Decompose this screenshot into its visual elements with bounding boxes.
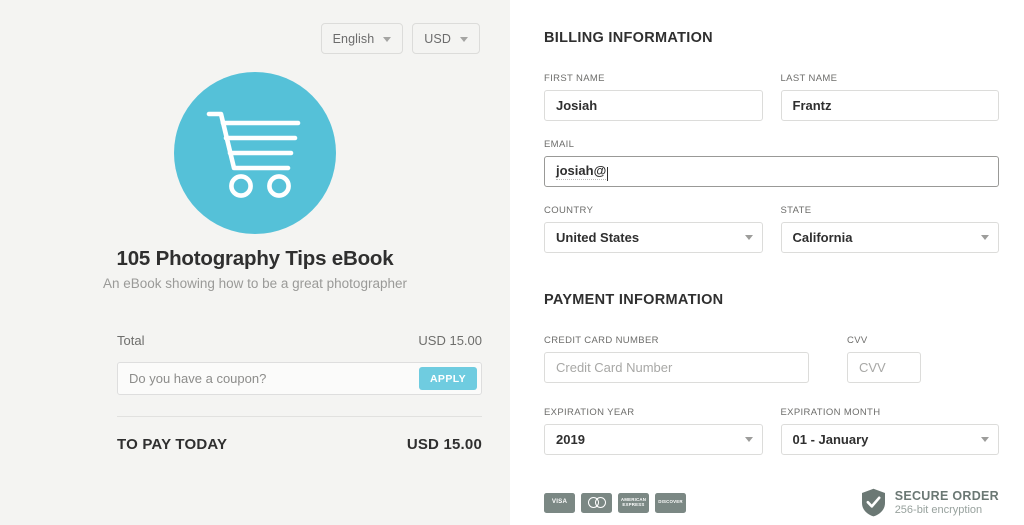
country-group: COUNTRY United States (544, 205, 763, 253)
total-label: Total (117, 333, 145, 348)
email-value: josiah@ (556, 163, 607, 180)
expiration-year-label: EXPIRATION YEAR (544, 407, 635, 418)
first-name-field[interactable]: Josiah (544, 90, 763, 121)
text-cursor (607, 166, 609, 181)
language-selector[interactable]: English (320, 23, 404, 54)
secure-order-text: SECURE ORDER 256-bit encryption (895, 489, 999, 516)
expiration-month-group: EXPIRATION MONTH 01 - January (780, 407, 999, 455)
secure-order-badge: SECURE ORDER 256-bit encryption (861, 488, 999, 517)
expiration-month-value: 01 - January (792, 432, 869, 447)
expiration-row: EXPIRATION YEAR 2019 EXPIRATION MONTH 01… (544, 407, 999, 455)
apply-coupon-button[interactable]: APPLY (418, 367, 477, 390)
expiration-month-label: EXPIRATION MONTH (780, 407, 881, 418)
state-select[interactable]: California (780, 222, 999, 253)
pay-today-row: TO PAY TODAY USD 15.00 (117, 436, 482, 453)
total-amount: USD 15.00 (418, 333, 482, 348)
discover-card-logo: DISCOVER (655, 492, 686, 513)
shield-check-icon (861, 488, 885, 517)
locale-selectors: English USD (320, 23, 480, 54)
product-title: 105 Photography Tips eBook (116, 247, 394, 270)
coupon-input[interactable] (129, 363, 419, 394)
card-number-field[interactable]: Credit Card Number (544, 352, 809, 383)
chevron-down-icon (981, 437, 989, 442)
email-group: EMAIL josiah@ (544, 139, 999, 187)
first-name-group: FIRST NAME Josiah (544, 73, 763, 121)
expiration-year-value: 2019 (556, 432, 585, 447)
billing-section-title: BILLING INFORMATION (544, 30, 713, 46)
checkout-form-panel: BILLING INFORMATION FIRST NAME Josiah LA… (510, 0, 1024, 525)
form-inner: BILLING INFORMATION FIRST NAME Josiah LA… (510, 30, 1024, 455)
checkout-footer: VISA AMERICAN EXPRESS DISCOVER SECURE OR… (544, 488, 999, 517)
mastercard-circles-icon (587, 497, 606, 508)
product-icon-circle (174, 72, 336, 234)
summary-section: Total USD 15.00 APPLY TO PAY TODAY USD 1… (117, 333, 482, 453)
card-row: CREDIT CARD NUMBER Credit Card Number CV… (544, 335, 999, 383)
last-name-value: Frantz (792, 98, 832, 113)
expiration-year-select[interactable]: 2019 (544, 424, 763, 455)
accepted-cards: VISA AMERICAN EXPRESS DISCOVER (544, 492, 686, 513)
product-description: An eBook showing how to be a great photo… (103, 276, 407, 291)
last-name-group: LAST NAME Frantz (780, 73, 999, 121)
cvv-label: CVV (847, 335, 868, 346)
cvv-group: CVV CVV (847, 335, 921, 383)
total-row: Total USD 15.00 (117, 333, 482, 362)
coupon-field[interactable]: APPLY (117, 362, 482, 395)
first-name-value: Josiah (556, 98, 598, 113)
currency-selector-label: USD (424, 31, 451, 46)
discover-card-label: DISCOVER (658, 499, 683, 505)
card-number-group: CREDIT CARD NUMBER Credit Card Number (544, 335, 809, 383)
payment-section-title: PAYMENT INFORMATION (544, 292, 724, 308)
country-select[interactable]: United States (544, 222, 763, 253)
mastercard-card-logo (581, 492, 612, 513)
visa-card-label: VISA (551, 498, 568, 506)
cvv-field[interactable]: CVV (847, 352, 921, 383)
amex-card-logo: AMERICAN EXPRESS (618, 492, 649, 513)
pay-today-label: TO PAY TODAY (117, 436, 228, 453)
card-number-placeholder: Credit Card Number (556, 360, 673, 375)
state-label: STATE (780, 205, 812, 216)
first-name-label: FIRST NAME (544, 73, 605, 84)
email-field[interactable]: josiah@ (544, 156, 999, 187)
country-label: COUNTRY (544, 205, 594, 216)
expiration-month-select[interactable]: 01 - January (780, 424, 999, 455)
currency-selector[interactable]: USD (412, 23, 480, 54)
shopping-cart-icon (206, 111, 301, 198)
cvv-placeholder: CVV (859, 360, 886, 375)
last-name-label: LAST NAME (780, 73, 838, 84)
order-summary-panel: English USD 105 Photography Tips eBook A… (0, 0, 510, 525)
secure-order-title: SECURE ORDER (894, 489, 999, 503)
state-value: California (792, 230, 853, 245)
language-selector-label: English (332, 31, 375, 46)
last-name-field[interactable]: Frantz (780, 90, 999, 121)
chevron-down-icon (460, 37, 468, 42)
pay-today-amount: USD 15.00 (406, 436, 482, 453)
product-icon-container (0, 72, 510, 234)
chevron-down-icon (744, 437, 753, 442)
chevron-down-icon (981, 235, 989, 240)
country-value: United States (556, 230, 640, 245)
chevron-down-icon (383, 37, 392, 42)
amex-card-label: AMERICAN EXPRESS (620, 496, 647, 507)
expiration-year-group: EXPIRATION YEAR 2019 (544, 407, 763, 455)
name-row: FIRST NAME Josiah LAST NAME Frantz (544, 73, 999, 121)
state-group: STATE California (780, 205, 999, 253)
secure-order-subtitle: 256-bit encryption (894, 504, 983, 516)
visa-card-logo: VISA (544, 492, 575, 513)
chevron-down-icon (744, 235, 753, 240)
email-label: EMAIL (544, 139, 575, 150)
location-row: COUNTRY United States STATE California (544, 205, 999, 253)
checkout-page: English USD 105 Photography Tips eBook A… (0, 0, 1024, 525)
summary-divider (117, 416, 482, 417)
card-number-label: CREDIT CARD NUMBER (544, 335, 659, 346)
